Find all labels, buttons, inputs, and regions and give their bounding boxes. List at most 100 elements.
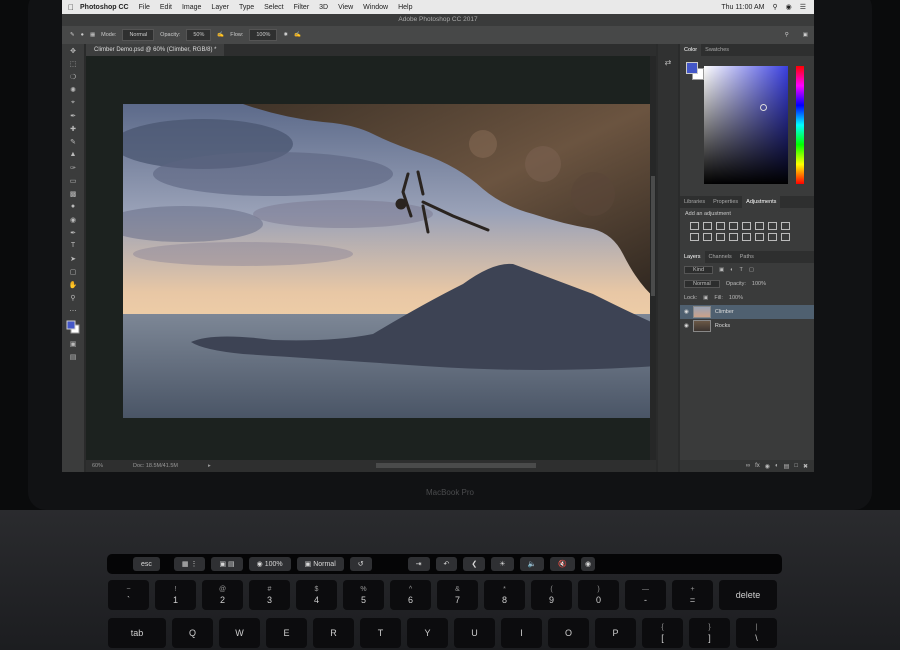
esc-key[interactable]: esc <box>133 557 160 571</box>
search-icon[interactable]: ⚲ <box>785 32 789 38</box>
key-y[interactable]: Y <box>407 618 448 648</box>
black-white-icon[interactable] <box>781 222 790 230</box>
menu-select[interactable]: Select <box>264 4 283 11</box>
key-backslash[interactable]: | \ <box>736 618 777 648</box>
type-tool-icon[interactable]: T <box>62 239 84 252</box>
layer-mask-icon[interactable]: ◉ <box>765 463 770 470</box>
key-][interactable]: }] <box>689 618 730 648</box>
key-6[interactable]: ^ 6 <box>390 580 431 610</box>
photo-filter-icon[interactable] <box>690 233 699 241</box>
tb-mute-icon[interactable]: 🔇 <box>550 557 575 571</box>
blur-tool-icon[interactable]: ● <box>62 200 84 213</box>
vertical-scrollbar[interactable] <box>650 56 656 460</box>
tab-libraries[interactable]: Libraries <box>680 196 709 208</box>
trash-icon[interactable]: ✖ <box>803 463 808 470</box>
tb-brush-icon[interactable]: ▦ ⋮ <box>173 557 206 571</box>
key-w[interactable]: W <box>219 618 260 648</box>
filter-shape-icon[interactable]: ▢ <box>749 267 754 273</box>
layer-filter-select[interactable]: Kind <box>684 266 714 274</box>
history-panel-icon[interactable]: ⇄ <box>658 58 678 67</box>
key-q[interactable]: Q <box>172 618 213 648</box>
horizontal-scroll-thumb[interactable] <box>376 463 536 468</box>
quick-mask-icon[interactable]: ▣ <box>62 337 84 350</box>
key-7[interactable]: & 7 <box>437 580 478 610</box>
quick-select-tool-icon[interactable]: ✺ <box>62 83 84 96</box>
notifications-icon[interactable]: ☰ <box>800 3 806 11</box>
key-0[interactable]: ) 0 <box>578 580 619 610</box>
screen-mode-icon[interactable]: ▤ <box>62 350 84 363</box>
key-3[interactable]: #3 <box>249 580 290 610</box>
brush-panel-icon[interactable]: ▦ <box>90 32 95 38</box>
gradient-tool-icon[interactable]: ▩ <box>62 187 84 200</box>
fill-input[interactable]: 100% <box>729 295 743 301</box>
visibility-eye-icon[interactable]: ◉ <box>684 323 689 329</box>
key-8[interactable]: * 8 <box>484 580 525 610</box>
selective-color-icon[interactable] <box>781 233 790 241</box>
color-picker-ring[interactable] <box>760 104 767 111</box>
vertical-scroll-thumb[interactable] <box>651 176 655 296</box>
new-layer-icon[interactable]: □ <box>794 463 798 469</box>
brush-tool-icon[interactable]: ✎ <box>62 135 84 148</box>
brightness-icon[interactable] <box>690 222 699 230</box>
link-layers-icon[interactable]: ∞ <box>746 463 750 469</box>
gradient-map-icon[interactable] <box>768 233 777 241</box>
key-tab[interactable]: tab <box>108 618 166 648</box>
key-r[interactable]: R <box>313 618 354 648</box>
spotlight-icon[interactable]: ⚲ <box>772 3 777 11</box>
app-menu[interactable]: Photoshop CC <box>80 4 129 11</box>
menu-type[interactable]: Type <box>239 4 254 11</box>
hue-slider[interactable] <box>796 66 804 184</box>
menu-filter[interactable]: Filter <box>294 4 310 11</box>
layer-name[interactable]: Rocks <box>715 323 730 329</box>
lasso-tool-icon[interactable]: ❍ <box>62 70 84 83</box>
more-tools-icon[interactable]: ⋯ <box>62 304 84 317</box>
exposure-icon[interactable] <box>729 222 738 230</box>
layer-row-rocks[interactable]: ◉ Rocks <box>680 319 814 333</box>
key-p[interactable]: P <box>595 618 636 648</box>
curves-icon[interactable] <box>716 222 725 230</box>
key-i[interactable]: I <box>501 618 542 648</box>
color-lookup-icon[interactable] <box>716 233 725 241</box>
lock-icon[interactable]: ▣ <box>703 295 708 301</box>
key-[[interactable]: {[ <box>642 618 683 648</box>
tab-adjustments[interactable]: Adjustments <box>742 196 781 208</box>
stamp-tool-icon[interactable]: ▲ <box>62 148 84 161</box>
layer-opacity-input[interactable]: 100% <box>752 281 766 287</box>
menu-image[interactable]: Image <box>182 4 201 11</box>
apple-icon[interactable]:  <box>62 3 80 12</box>
tb-brightness-down-icon[interactable]: ❮ <box>463 557 486 571</box>
history-brush-tool-icon[interactable]: ✑ <box>62 161 84 174</box>
visibility-eye-icon[interactable]: ◉ <box>684 309 689 315</box>
marquee-tool-icon[interactable]: ⬚ <box>62 57 84 70</box>
climber-photo[interactable] <box>123 104 656 418</box>
group-folder-icon[interactable]: ▤ <box>784 463 790 470</box>
dodge-tool-icon[interactable]: ◉ <box>62 213 84 226</box>
layer-row-climber[interactable]: ◉ Climber <box>680 305 814 319</box>
tb-undo-icon[interactable]: ↶ <box>435 557 458 571</box>
layer-name[interactable]: Climber <box>715 309 734 315</box>
tb-brightness-icon[interactable]: ☀ <box>491 557 514 571</box>
channel-mixer-icon[interactable] <box>703 233 712 241</box>
filter-pixel-icon[interactable]: ▣ <box>719 267 724 273</box>
eraser-tool-icon[interactable]: ▭ <box>62 174 84 187</box>
key-`[interactable]: ~ ` <box>108 580 149 610</box>
airbrush-icon[interactable]: ✸ <box>283 32 288 38</box>
status-arrow-icon[interactable]: ▸ <box>208 463 211 469</box>
mode-select[interactable]: Normal <box>122 29 155 41</box>
pressure-size-icon[interactable]: ✍ <box>294 32 301 38</box>
tab-swatches[interactable]: Swatches <box>701 44 733 56</box>
key-=[interactable]: + = <box>672 580 713 610</box>
shape-tool-icon[interactable]: ▢ <box>62 265 84 278</box>
tb-history-icon[interactable]: ↺ <box>349 557 372 571</box>
layer-style-icon[interactable]: fx <box>755 463 760 469</box>
tab-layers[interactable]: Layers <box>680 251 705 263</box>
menu-window[interactable]: Window <box>363 4 388 11</box>
crop-tool-icon[interactable]: ⌖ <box>62 96 84 109</box>
tab-color[interactable]: Color <box>680 44 702 56</box>
tb-siri-icon[interactable]: ◉ <box>580 557 596 571</box>
key-t[interactable]: T <box>360 618 401 648</box>
flow-input[interactable]: 100% <box>249 29 278 41</box>
tb-volume-icon[interactable]: 🔈 <box>519 557 545 571</box>
path-select-tool-icon[interactable]: ➤ <box>62 252 84 265</box>
tb-zoom-control[interactable]: ◉ 100% <box>248 557 291 571</box>
